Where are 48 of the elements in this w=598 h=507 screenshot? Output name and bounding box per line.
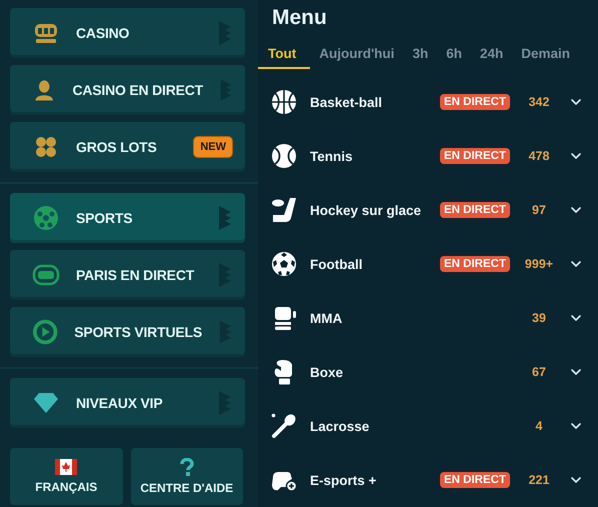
filter-tab[interactable]: Demain	[512, 42, 580, 69]
sport-name[interactable]: Boxe	[310, 364, 510, 380]
live-badge: EN DIRECT	[440, 472, 510, 488]
event-count: 39	[531, 311, 547, 325]
sport-name[interactable]: Lacrosse	[310, 418, 510, 434]
filter-tab[interactable]: 3h	[403, 42, 438, 69]
live-badge: EN DIRECT	[440, 94, 510, 110]
tennis-ball-icon	[271, 143, 297, 169]
event-count: 221	[528, 473, 550, 487]
nav-button[interactable]: SPORTS VIRTUELS	[10, 307, 245, 357]
footer-button[interactable]: FRANÇAIS	[10, 448, 122, 505]
filter-tab[interactable]: 24h	[470, 42, 512, 69]
sport-name[interactable]: Tennis	[310, 148, 440, 164]
nav-button[interactable]: NIVEAUX VIP	[10, 378, 245, 428]
event-count: 97	[531, 203, 547, 217]
sport-name[interactable]: E-sports +	[310, 472, 440, 488]
soccer-ball-icon	[271, 251, 297, 277]
filter-tab[interactable]: Tout	[258, 42, 310, 69]
basketball-icon	[271, 89, 297, 115]
nav-button[interactable]: PARIS EN DIRECT	[10, 250, 245, 300]
soccer-ball-icon	[32, 204, 60, 232]
arrow-stack-icon	[217, 205, 233, 231]
nav-button[interactable]: CASINO EN DIRECT	[10, 65, 245, 115]
filter-tab[interactable]: Aujourd'hui	[310, 42, 404, 69]
event-count: 4	[534, 419, 544, 433]
sport-name[interactable]: Hockey sur glace	[310, 202, 440, 218]
play-circle-icon	[32, 318, 58, 346]
footer-button[interactable]: CENTRE D'AIDE	[130, 448, 243, 505]
filter-tab[interactable]: 6h	[437, 42, 471, 69]
flag-icon	[55, 459, 78, 475]
sport-name[interactable]: Basket-ball	[310, 94, 440, 110]
lacrosse-stick-icon	[271, 413, 297, 439]
menu-title: Menu	[272, 6, 328, 30]
event-count: 999+	[524, 257, 554, 271]
live-badge: EN DIRECT	[440, 256, 510, 272]
live-badge: EN DIRECT	[440, 202, 510, 218]
event-count: 478	[528, 149, 550, 163]
event-count: 67	[531, 365, 547, 379]
question-mark-icon	[180, 458, 194, 476]
new-badge: NEW	[193, 136, 233, 158]
sport-name[interactable]: MMA	[310, 310, 510, 326]
hockey-stick-icon	[271, 197, 297, 223]
nav-button[interactable]: GROS LOTS NEW	[10, 122, 245, 172]
nav-button[interactable]: SPORTS	[10, 193, 245, 243]
sport-name[interactable]: Football	[310, 256, 440, 272]
nav-button[interactable]: CASINO	[10, 8, 245, 58]
event-count: 342	[528, 95, 550, 109]
live-badge: EN DIRECT	[440, 148, 510, 164]
